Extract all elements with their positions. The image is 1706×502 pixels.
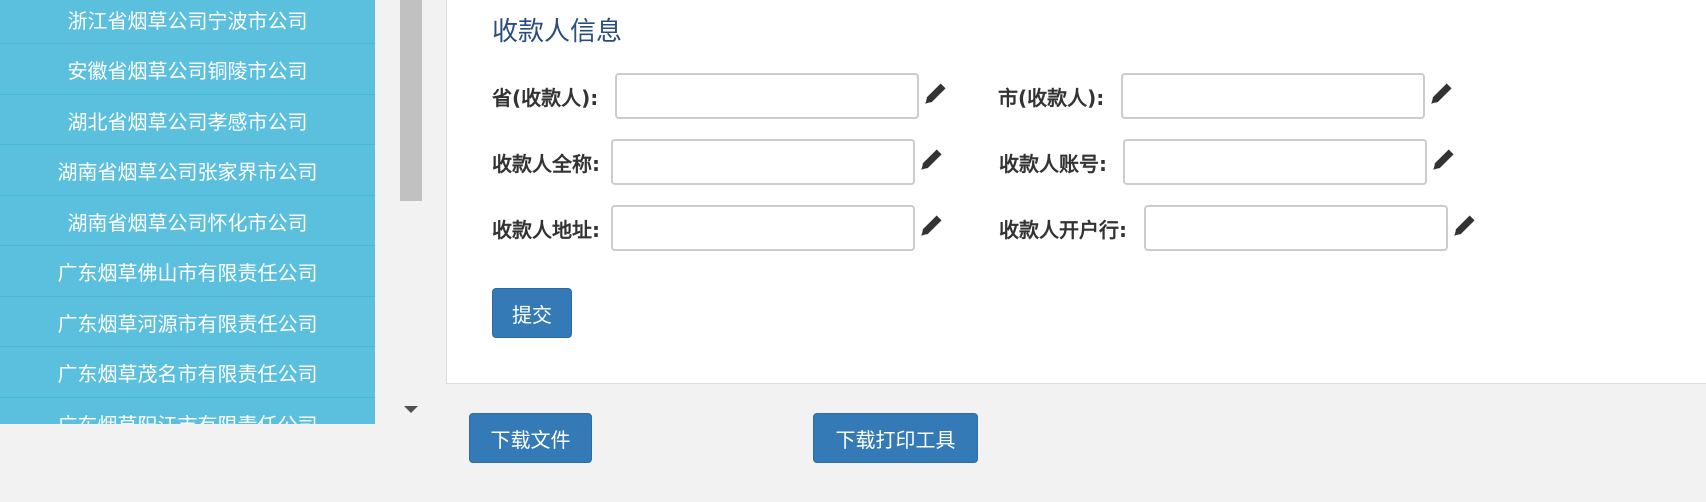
province-input[interactable] [615, 73, 919, 119]
sidebar-item-label: 广东烟草佛山市有限责任公司 [57, 261, 318, 285]
sidebar-item[interactable]: 广东烟草佛山市有限责任公司 [0, 248, 375, 297]
pencil-icon[interactable] [1430, 147, 1456, 173]
city-label: 市(收款人): [998, 86, 1105, 110]
sidebar-item-label: 浙江省烟草公司宁波市公司 [67, 8, 308, 33]
pencil-icon[interactable] [1428, 81, 1454, 107]
panel-title: 收款人信息 [492, 17, 623, 47]
full-name-label: 收款人全称: [492, 152, 600, 176]
pencil-icon[interactable] [922, 81, 948, 107]
sidebar-item[interactable]: 安徽省烟草公司铜陵市公司 [0, 46, 375, 95]
pencil-icon[interactable] [918, 147, 944, 173]
sidebar-item-label: 湖北省烟草公司孝感市公司 [67, 109, 308, 134]
sidebar-item[interactable]: 湖南省烟草公司怀化市公司 [0, 197, 375, 246]
province-label: 省(收款人): [492, 86, 599, 110]
sidebar-item-label: 广东烟草阳江市有限责任公司 [58, 409, 318, 425]
sidebar-item[interactable]: 广东烟草茂名市有限责任公司 [0, 349, 375, 398]
sidebar-list: 浙江省烟草公司宁波市公司 安徽省烟草公司铜陵市公司 湖北省烟草公司孝感市公司 湖… [0, 0, 375, 424]
submit-button-label: 提交 [512, 302, 552, 327]
download-print-tool-label: 下载打印工具 [835, 427, 956, 452]
bank-label: 收款人开户行: [999, 218, 1127, 242]
sidebar-item[interactable]: 湖北省烟草公司孝感市公司 [0, 96, 375, 145]
sidebar-scrollbar[interactable] [400, 0, 422, 424]
account-input[interactable] [1123, 139, 1427, 185]
scrollbar-thumb[interactable] [400, 0, 422, 201]
sidebar-item[interactable]: 广东烟草阳江市有限责任公司 [0, 399, 375, 425]
sidebar-item-label: 安徽省烟草公司铜陵市公司 [67, 59, 308, 83]
account-label: 收款人账号: [999, 152, 1107, 176]
pencil-icon[interactable] [918, 213, 944, 239]
payee-info-panel: 收款人信息 省(收款人): 市(收款人): 收款人全称: 收款人账号: 收款人地… [446, 0, 1706, 384]
sidebar-item[interactable]: 浙江省烟草公司宁波市公司 [0, 0, 375, 44]
download-file-label: 下载文件 [490, 427, 571, 452]
sidebar-item-label: 广东烟草茂名市有限责任公司 [57, 362, 318, 386]
submit-button[interactable]: 提交 [492, 288, 572, 338]
sidebar-item-label: 广东烟草河源市有限责任公司 [57, 311, 318, 336]
download-file-button[interactable]: 下载文件 [469, 413, 592, 463]
bank-input[interactable] [1144, 205, 1448, 251]
address-label: 收款人地址: [492, 218, 600, 242]
triangle-down-icon[interactable] [404, 406, 418, 413]
sidebar-item[interactable]: 湖南省烟草公司张家界市公司 [0, 147, 375, 196]
sidebar-item-label: 湖南省烟草公司张家界市公司 [57, 160, 318, 184]
sidebar: 浙江省烟草公司宁波市公司 安徽省烟草公司铜陵市公司 湖北省烟草公司孝感市公司 湖… [0, 0, 375, 424]
download-print-tool-button[interactable]: 下载打印工具 [813, 413, 978, 463]
pencil-icon[interactable] [1451, 213, 1477, 239]
sidebar-item-label: 湖南省烟草公司怀化市公司 [67, 210, 308, 235]
city-input[interactable] [1121, 73, 1425, 119]
sidebar-item[interactable]: 广东烟草河源市有限责任公司 [0, 298, 375, 347]
full-name-input[interactable] [611, 139, 915, 185]
address-input[interactable] [611, 205, 915, 251]
